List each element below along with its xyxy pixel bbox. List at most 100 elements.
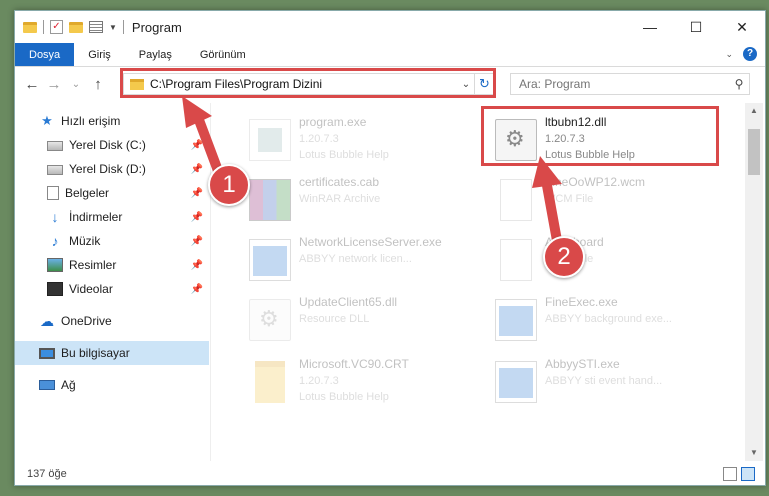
file-version: 1.20.7.3 — [299, 133, 339, 145]
archive-icon — [249, 179, 291, 221]
file-item[interactable]: Aras board WCM File — [489, 231, 729, 291]
tab-file[interactable]: Dosya — [15, 43, 75, 66]
pictures-icon — [47, 258, 63, 272]
sidebar-item-music[interactable]: ♪ Müzik 📌 — [15, 229, 209, 253]
minimize-button[interactable]: — — [627, 11, 673, 43]
file-item[interactable]: Microsoft.VC90.CRT 1.20.7.3 Lotus Bubble… — [243, 353, 483, 413]
computer-icon — [39, 347, 55, 359]
pin-icon: 📌 — [190, 163, 203, 175]
ribbon-tabs: Dosya Giriş Paylaş Görünüm ⌄ ? — [15, 43, 765, 67]
file-type: ABBYY background exe... — [545, 313, 672, 325]
forward-button[interactable]: → — [43, 76, 65, 93]
window-icon — [249, 239, 291, 281]
new-folder-icon[interactable] — [69, 21, 83, 33]
sidebar-item-label: Resimler — [69, 258, 117, 272]
separator — [43, 20, 44, 34]
sidebar-item-label: Yerel Disk (D:) — [69, 162, 146, 176]
blank-file-icon — [500, 239, 532, 281]
file-version: 1.20.7.3 — [299, 375, 339, 387]
pin-icon: 📌 — [190, 283, 203, 295]
sidebar-item-label: OneDrive — [61, 314, 112, 328]
sidebar-item-onedrive[interactable]: ☁ OneDrive — [15, 309, 209, 333]
recent-locations-chevron-icon[interactable]: ⌄ — [65, 79, 87, 90]
window-title: Program — [131, 19, 182, 35]
scroll-thumb[interactable] — [748, 129, 760, 175]
file-name: UpdateClient65.dll — [299, 295, 398, 309]
disk-icon — [47, 165, 63, 175]
tab-home[interactable]: Giriş — [74, 43, 125, 66]
video-icon — [47, 282, 63, 296]
file-name: FineOoWP12.wcm — [545, 175, 646, 189]
sidebar-item-downloads[interactable]: ↓ İndirmeler 📌 — [15, 205, 209, 229]
search-input[interactable] — [511, 77, 729, 91]
search-icon[interactable]: ⚲ — [729, 77, 749, 91]
file-type: ABBYY sti event hand... — [545, 375, 663, 387]
search-box[interactable]: ⚲ — [510, 73, 750, 95]
sidebar-item-quick-access[interactable]: ★ Hızlı erişim — [15, 109, 209, 133]
help-icon[interactable]: ? — [743, 47, 757, 61]
file-highlight-box — [481, 106, 719, 166]
file-name: FineExec.exe — [545, 295, 618, 309]
maximize-button[interactable]: ☐ — [673, 11, 719, 43]
file-item[interactable]: FineExec.exe ABBYY background exe... — [489, 291, 729, 351]
file-type: Resource DLL — [299, 313, 370, 325]
separator — [122, 20, 124, 34]
item-count: 137 öğe — [27, 468, 67, 480]
folder-icon — [255, 361, 285, 403]
address-highlight-box — [120, 68, 496, 98]
back-button[interactable]: ← — [21, 76, 43, 93]
window-icon — [495, 299, 537, 341]
file-name: Microsoft.VC90.CRT — [299, 357, 409, 371]
file-type: WinRAR Archive — [299, 193, 381, 205]
pin-icon: 📌 — [190, 139, 203, 151]
file-description: Lotus Bubble Help — [299, 149, 389, 161]
document-icon — [47, 186, 59, 200]
sidebar-item-videos[interactable]: Videolar 📌 — [15, 277, 209, 301]
star-icon: ★ — [41, 113, 53, 128]
tab-view[interactable]: Görünüm — [186, 43, 260, 66]
pin-icon: 📌 — [190, 259, 203, 271]
expand-ribbon-chevron-icon[interactable]: ⌄ — [725, 49, 733, 60]
gear-file-icon — [249, 299, 291, 341]
file-item[interactable]: FineOoWP12.wcm WCM File — [489, 171, 729, 231]
file-name: NetworkLicenseServer.exe — [299, 235, 442, 249]
details-view-icon[interactable] — [723, 467, 737, 481]
tab-share[interactable]: Paylaş — [125, 43, 186, 66]
sidebar-item-documents[interactable]: Belgeler 📌 — [15, 181, 209, 205]
network-icon — [39, 380, 55, 390]
properties-check-icon[interactable]: ✓ — [50, 20, 63, 34]
sidebar-item-local-disk-d[interactable]: Yerel Disk (D:) 📌 — [15, 157, 209, 181]
file-item[interactable]: certificates.cab WinRAR Archive — [243, 171, 483, 231]
file-item[interactable]: program.exe 1.20.7.3 Lotus Bubble Help — [243, 111, 483, 171]
sidebar-item-pictures[interactable]: Resimler 📌 — [15, 253, 209, 277]
sidebar-item-label: Ağ — [61, 378, 76, 392]
vertical-scrollbar[interactable]: ▲ ▼ — [745, 103, 763, 461]
close-button[interactable]: ✕ — [719, 11, 765, 43]
customize-toolbar-chevron-icon[interactable]: ▼ — [109, 23, 117, 32]
tiles-view-icon[interactable] — [741, 467, 755, 481]
sidebar-item-label: İndirmeler — [69, 210, 123, 224]
status-bar: 137 öğe — [15, 463, 765, 485]
file-name: certificates.cab — [299, 175, 380, 189]
sidebar-item-label: Videolar — [69, 282, 113, 296]
step-badge-1: 1 — [208, 164, 250, 206]
scroll-down-icon[interactable]: ▼ — [745, 445, 763, 461]
pin-icon: 📌 — [190, 211, 203, 223]
blank-file-icon — [500, 179, 532, 221]
sidebar-item-label: Müzik — [69, 234, 101, 248]
sidebar-item-label: Belgeler — [65, 186, 110, 200]
scroll-up-icon[interactable]: ▲ — [745, 103, 763, 119]
file-item[interactable]: NetworkLicenseServer.exe ABBYY network l… — [243, 231, 483, 291]
sidebar-item-this-pc[interactable]: Bu bilgisayar — [15, 341, 209, 365]
view-toggle — [723, 467, 755, 481]
music-icon: ♪ — [51, 233, 59, 249]
up-button[interactable]: ↑ — [87, 76, 109, 93]
properties-icon[interactable] — [89, 21, 103, 33]
window-controls: — ☐ ✕ — [627, 11, 765, 43]
file-item[interactable]: AbbyySTI.exe ABBYY sti event hand... — [489, 353, 729, 413]
file-item[interactable]: UpdateClient65.dll Resource DLL — [243, 291, 483, 351]
folder-icon — [23, 21, 37, 33]
quick-access-toolbar: ✓ ▼ — [15, 20, 124, 34]
sidebar-item-local-disk-c[interactable]: Yerel Disk (C:) 📌 — [15, 133, 209, 157]
sidebar-item-network[interactable]: Ağ — [15, 373, 209, 397]
